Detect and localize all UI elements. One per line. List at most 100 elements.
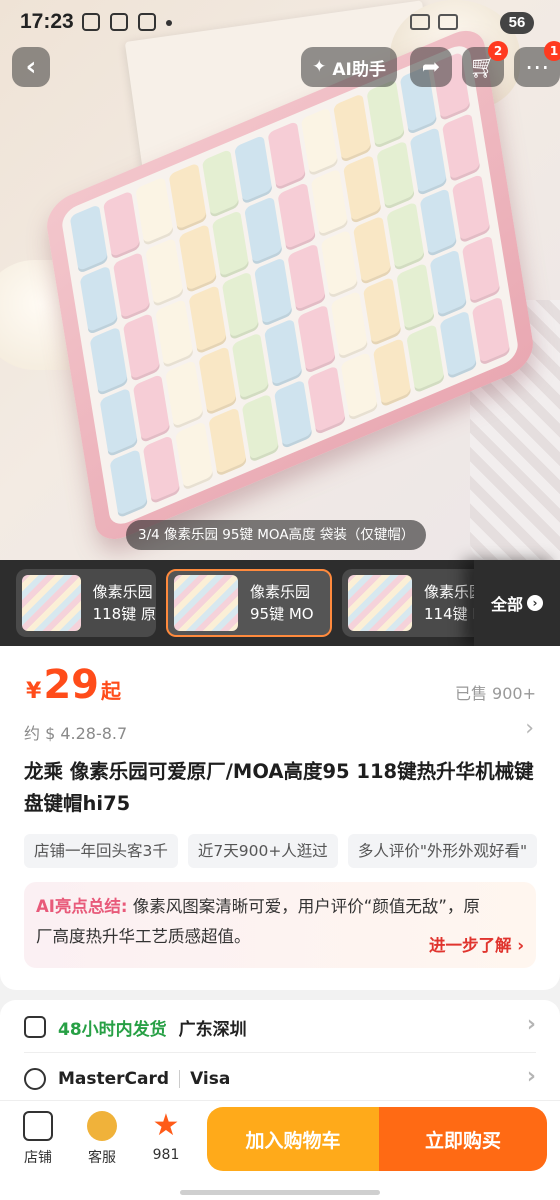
product-image[interactable]: 17:23 56 ‹ ✦ AI助手 ➦ 🛒︎ 2 ⋯ 1 3/4 像素乐园 95… [0, 0, 560, 560]
store-button[interactable]: 店铺 [8, 1111, 68, 1167]
share-button[interactable]: ➦ [410, 47, 452, 87]
keycap [310, 168, 349, 238]
variant-image [22, 575, 81, 631]
variant-thumb-95-selected[interactable]: 像素乐园 95键 MO [166, 569, 332, 637]
variant-image [348, 575, 412, 631]
keycap [79, 265, 118, 336]
payment-row[interactable]: MasterCard Visa › [24, 1054, 536, 1104]
keycap [330, 290, 369, 361]
chevron-left-icon: ‹ [25, 52, 37, 82]
keycap [386, 201, 425, 272]
keycap [442, 112, 481, 183]
signal-icons [410, 14, 458, 30]
tag-returning-customers[interactable]: 店铺一年回头客3千 [24, 834, 178, 868]
divider [24, 1052, 536, 1053]
delivery-time: 48小时内发货 [58, 1019, 167, 1040]
keycap-grid [60, 40, 520, 530]
variant-thumb-118[interactable]: 像素乐园 118键 原 [16, 569, 156, 637]
keycap [69, 204, 108, 274]
keycap [274, 379, 313, 450]
currency-symbol: ¥ [26, 679, 42, 704]
keycap [244, 196, 283, 266]
customer-service-icon [87, 1111, 117, 1141]
tag-recent-visitors[interactable]: 近7天900+人逛过 [187, 834, 338, 868]
price-suffix: 起 [100, 679, 121, 703]
ship-from-location: 广东深圳 [178, 1019, 247, 1040]
keycap [267, 121, 306, 191]
dot-icon [166, 20, 172, 26]
variant-name: 像素乐园 [250, 583, 311, 601]
share-icon: ➦ [421, 54, 441, 80]
keycap [208, 407, 247, 477]
ai-assistant-label: AI助手 [332, 59, 386, 80]
more-button[interactable]: ⋯ 1 [514, 41, 560, 87]
battery-indicator: 56 [500, 12, 534, 34]
all-variants-label: 全部 [490, 595, 523, 614]
buy-now-button[interactable]: 立即购买 [379, 1107, 547, 1171]
keycap [112, 251, 151, 322]
keycap [89, 326, 128, 397]
keycap [419, 187, 458, 258]
keycap [307, 365, 346, 436]
usd-price-range[interactable]: 约 $ 4.28-8.7 [24, 720, 127, 744]
store-icon [23, 1111, 53, 1141]
keycap [264, 318, 303, 388]
keycap [277, 182, 316, 252]
variant-detail: 118键 原 [92, 605, 156, 623]
chevron-right-icon[interactable]: › [525, 716, 534, 741]
keycap [178, 223, 217, 294]
shield-check-icon [24, 1068, 46, 1090]
back-button[interactable]: ‹ [12, 47, 50, 87]
favorite-button[interactable]: ★ 981 [136, 1108, 196, 1164]
favorites-count: 981 [152, 1147, 180, 1163]
sold-count: 已售 900+ [454, 684, 536, 703]
keycap [373, 337, 412, 408]
keycap [122, 312, 161, 383]
keycap [340, 351, 379, 422]
keycap [234, 134, 273, 205]
keycap [429, 248, 468, 319]
cart-button[interactable]: 🛒︎ 2 [462, 41, 508, 87]
shipping-card: 48小时内发货 广东深圳 › MasterCard Visa › [0, 1000, 560, 1104]
add-to-cart-button[interactable]: 加入购物车 [207, 1107, 379, 1171]
product-info-card: ¥ 29 起 已售 900+ 约 $ 4.28-8.7 › 龙乘 像素乐园可爱原… [0, 646, 560, 990]
keycap [135, 176, 174, 247]
chevron-right-icon: › [526, 1012, 536, 1037]
keycap [188, 284, 227, 355]
learn-more-link[interactable]: 进一步了解 › [429, 932, 524, 956]
ai-assistant-button[interactable]: ✦ AI助手 [301, 47, 397, 87]
keycap [254, 257, 293, 327]
keycap [439, 309, 478, 380]
star-icon: ★ [152, 1108, 180, 1143]
keycap [175, 421, 214, 491]
product-title: 龙乘 像素乐园可爱原厂/MOA高度95 118键热升华机械键盘键帽hi75 [24, 760, 534, 815]
keycap [353, 215, 392, 286]
ai-summary-box[interactable]: AI亮点总结: 像素风图案清晰可爱，用户评价“颜值无敌”，原 厂高度热升华工艺质… [24, 882, 536, 968]
keycap [472, 296, 511, 366]
notification-icon [82, 13, 100, 31]
all-variants-button[interactable]: 全部 › [474, 560, 560, 646]
home-indicator[interactable] [180, 1190, 380, 1195]
ai-summary-text-line1: 像素风图案清晰可爱，用户评价“颜值无敌”，原 [132, 897, 480, 916]
keycap [102, 190, 141, 261]
ai-sparkle-icon: ✦ [312, 57, 327, 77]
variant-name: 像素乐园 [92, 583, 153, 601]
keycap [241, 393, 280, 463]
tag-reviews[interactable]: 多人评价"外形外观好看" [347, 834, 538, 868]
image-caption: 3/4 像素乐园 95键 MOA高度 袋装（仅键帽） [126, 520, 427, 550]
customer-service-button[interactable]: 客服 [72, 1111, 132, 1167]
status-time: 17:23 [20, 10, 74, 33]
product-page: 17:23 56 ‹ ✦ AI助手 ➦ 🛒︎ 2 ⋯ 1 3/4 像素乐园 95… [0, 0, 560, 1200]
keycap [145, 237, 184, 308]
keycap [363, 276, 402, 347]
more-badge: 1 [544, 41, 560, 61]
delivery-row[interactable]: 48小时内发货 广东深圳 › [24, 1002, 536, 1052]
cellular-icon [438, 14, 458, 30]
payment-method-visa: Visa [190, 1069, 231, 1089]
keycap [211, 209, 250, 280]
keycap [221, 270, 260, 341]
truck-icon [24, 1016, 46, 1038]
chevron-right-icon: › [526, 1064, 536, 1089]
keycap [396, 262, 435, 333]
keycap [198, 346, 237, 416]
